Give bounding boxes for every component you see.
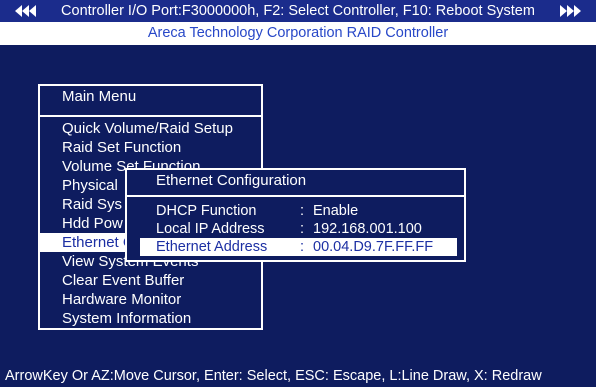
controller-status-text: Controller I/O Port:F3000000h, F2: Selec… [61,3,535,19]
setting-value: 00.04.D9.7F.FF.FF [313,239,434,255]
key-help-text: ArrowKey Or AZ:Move Cursor, Enter: Selec… [5,368,542,384]
ethernet-dialog-divider [127,195,464,197]
setting-label: Local IP Address [156,221,265,237]
setting-row-ethernet-address[interactable]: Ethernet Address : 00.04.D9.7F.FF.FF [140,238,457,256]
ethernet-configuration-dialog: Ethernet Configuration DHCP Function : E… [125,168,466,262]
menu-item-hardware-monitor[interactable]: Hardware Monitor [40,290,261,309]
triple-right-arrow-icon [560,5,581,17]
header-status-bar: Controller I/O Port:F3000000h, F2: Selec… [0,0,596,22]
menu-item-raid-set-function[interactable]: Raid Set Function [40,138,261,157]
menu-item-system-information[interactable]: System Information [40,309,261,328]
main-menu-divider [40,115,261,117]
setting-separator: : [300,221,305,237]
ethernet-dialog-title: Ethernet Configuration [156,172,307,189]
setting-separator: : [300,239,305,255]
setting-separator: : [300,203,305,219]
setting-value: 192.168.001.100 [313,221,422,237]
header-subtitle-bar: Areca Technology Corporation RAID Contro… [0,22,596,45]
setting-label: DHCP Function [156,203,257,219]
setting-row-local-ip-address[interactable]: Local IP Address : 192.168.001.100 [140,220,457,238]
ethernet-settings-list: DHCP Function : Enable Local IP Address … [140,202,457,256]
setting-label: Ethernet Address [156,239,268,255]
main-menu-title: Main Menu [62,88,137,105]
setting-value: Enable [313,203,359,219]
controller-vendor-title: Areca Technology Corporation RAID Contro… [147,25,449,41]
setting-row-dhcp-function[interactable]: DHCP Function : Enable [140,202,457,220]
key-help-bar: ArrowKey Or AZ:Move Cursor, Enter: Selec… [5,366,596,386]
menu-item-clear-event-buffer[interactable]: Clear Event Buffer [40,271,261,290]
menu-item-quick-volume-raid-setup[interactable]: Quick Volume/Raid Setup [40,119,261,138]
